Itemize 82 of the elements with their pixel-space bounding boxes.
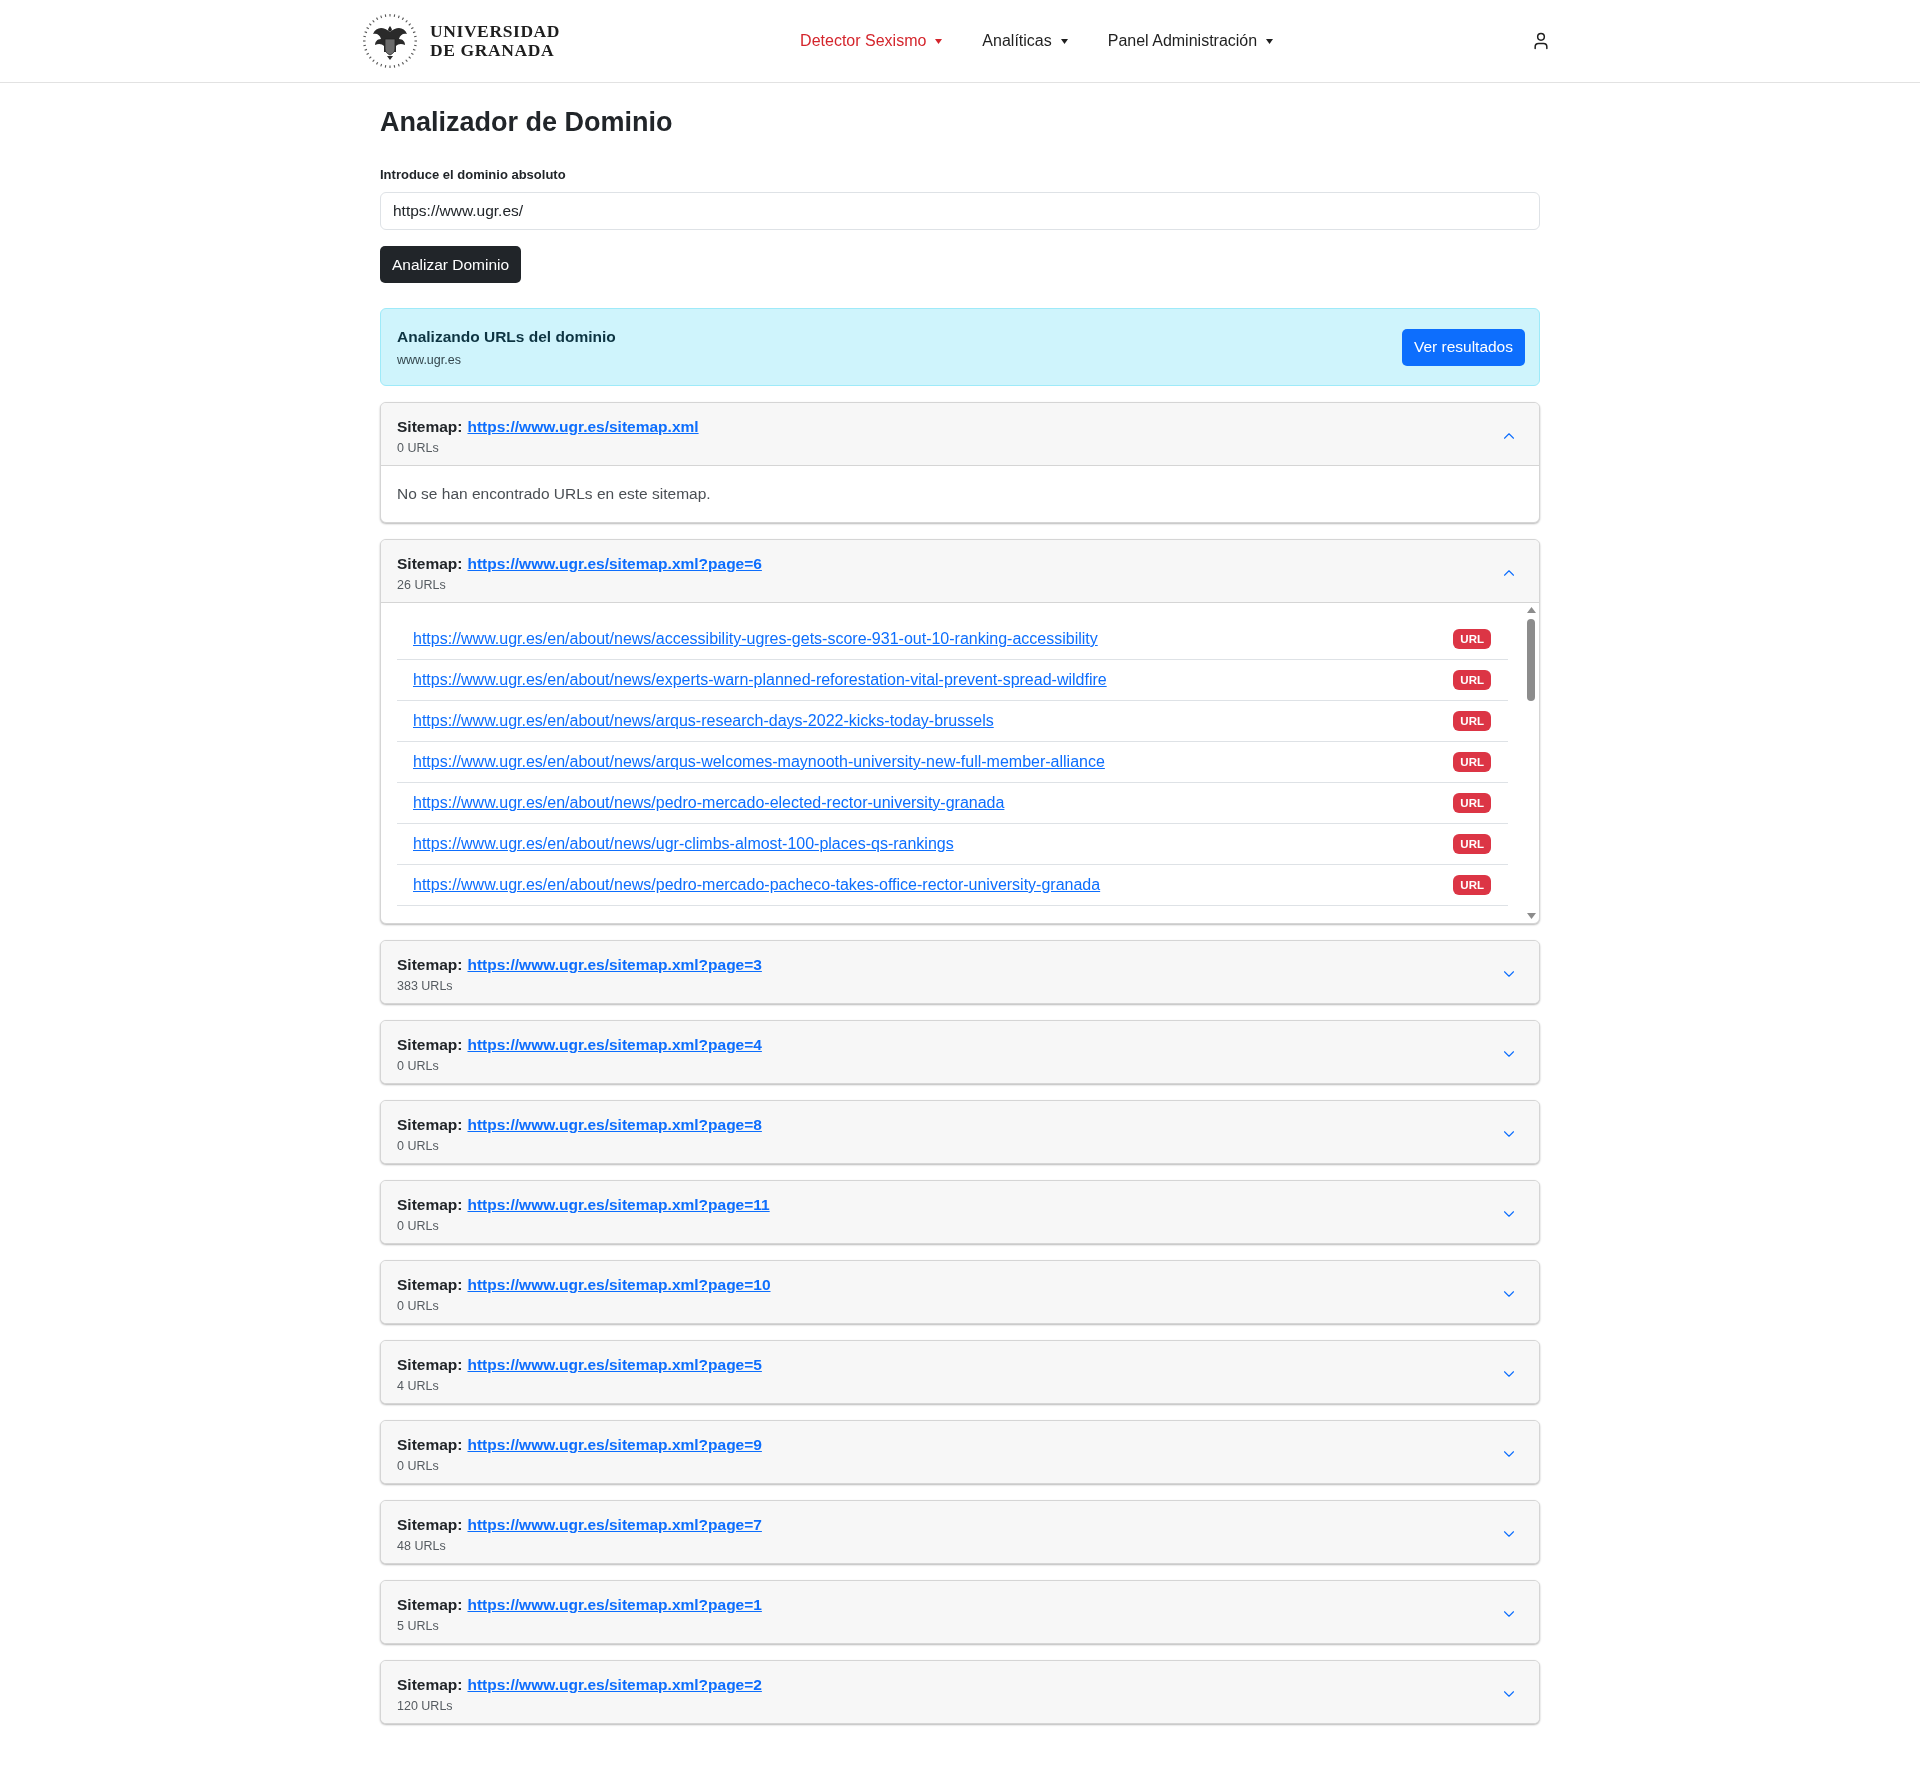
accordion-header[interactable]: Sitemap: https://www.ugr.es/sitemap.xml?page=5 4 URLs — [381, 1341, 1539, 1403]
url-link[interactable]: https://www.ugr.es/en/about/news/arqus-research-days-2022-kicks-today-brussels — [413, 709, 994, 733]
scroll-up-icon[interactable] — [1526, 607, 1536, 613]
sitemap-link[interactable]: https://www.ugr.es/sitemap.xml?page=11 — [467, 1193, 770, 1217]
user-icon[interactable] — [1531, 31, 1551, 51]
sitemap-link[interactable]: https://www.ugr.es/sitemap.xml?page=5 — [467, 1353, 762, 1377]
sitemap-link[interactable]: https://www.ugr.es/sitemap.xml?page=6 — [467, 552, 762, 576]
url-count: 0 URLs — [397, 1458, 440, 1475]
sitemap-label: Sitemap: — [397, 955, 463, 975]
url-badge: URL — [1453, 752, 1491, 772]
url-count: 0 URLs — [397, 1138, 440, 1155]
accordion-header[interactable]: Sitemap: https://www.ugr.es/sitemap.xml?page=4 0 URLs — [381, 1021, 1539, 1083]
url-count: 26 URLs — [397, 577, 447, 594]
url-link[interactable]: https://www.ugr.es/en/about/news/arqus-welcomes-maynooth-university-new-full-member-alliance — [413, 750, 1105, 774]
sitemap-label: Sitemap: — [397, 1435, 463, 1455]
caret-icon — [1060, 38, 1068, 44]
sitemap-label: Sitemap: — [397, 1115, 463, 1135]
url-count: 0 URLs — [397, 440, 440, 457]
sitemap-link[interactable]: https://www.ugr.es/sitemap.xml?page=10 — [467, 1273, 771, 1297]
caret-icon — [935, 38, 943, 44]
url-count: 0 URLs — [397, 1058, 440, 1075]
accordion-header[interactable]: Sitemap: https://www.ugr.es/sitemap.xml?page=10 0 URLs — [381, 1261, 1539, 1323]
sitemap-link[interactable]: https://www.ugr.es/sitemap.xml?page=4 — [467, 1033, 762, 1057]
sitemap-label: Sitemap: — [397, 417, 463, 437]
emblem-icon — [361, 12, 419, 70]
scroll-down-icon[interactable] — [1526, 913, 1536, 919]
sitemap-label: Sitemap: — [397, 1515, 463, 1535]
accordion-header[interactable]: Sitemap: https://www.ugr.es/sitemap.xml?page=3 383 URLs — [381, 941, 1539, 1003]
url-badge: URL — [1453, 711, 1491, 731]
sitemap-link[interactable]: https://www.ugr.es/sitemap.xml?page=2 — [467, 1673, 762, 1697]
empty-message: No se han encontrado URLs en este sitemap. — [396, 484, 712, 504]
nav-menu-item[interactable]: Detector Sexismo — [800, 32, 943, 50]
caret-icon — [1266, 38, 1274, 44]
accordion-header[interactable]: Sitemap: https://www.ugr.es/sitemap.xml?page=7 48 URLs — [381, 1501, 1539, 1563]
accordion-header[interactable]: Sitemap: https://www.ugr.es/sitemap.xml?page=8 0 URLs — [381, 1101, 1539, 1163]
sitemap-link[interactable]: https://www.ugr.es/sitemap.xml?page=9 — [467, 1433, 762, 1457]
url-count: 0 URLs — [397, 1218, 440, 1235]
sitemap-link[interactable]: https://www.ugr.es/sitemap.xml?page=3 — [467, 953, 762, 977]
alert-title: Analizando URLs del dominio — [397, 327, 616, 347]
accordion-header[interactable]: Sitemap: https://www.ugr.es/sitemap.xml?page=2 120 URLs — [381, 1661, 1539, 1723]
alert-domain: www.ugr.es — [397, 352, 462, 369]
url-link[interactable]: https://www.ugr.es/en/about/news/pedro-mercado-pacheco-takes-office-rector-university-granada — [413, 873, 1101, 897]
url-count: 120 URLs — [397, 1698, 454, 1715]
url-link[interactable]: https://www.ugr.es/en/about/news/experts-warn-planned-reforestation-vital-prevent-spread-wildfire — [413, 668, 1107, 692]
url-badge: URL — [1453, 670, 1491, 690]
sitemap-link[interactable]: https://www.ugr.es/sitemap.xml?page=7 — [467, 1513, 762, 1537]
sitemap-link[interactable]: https://www.ugr.es/sitemap.xml — [467, 415, 699, 439]
field-label: Introduce el dominio absoluto — [380, 166, 567, 184]
url-count: 383 URLs — [397, 978, 454, 995]
url-badge: URL — [1453, 834, 1491, 854]
url-badge: URL — [1453, 793, 1491, 813]
url-count: 4 URLs — [397, 1378, 440, 1395]
sitemap-label: Sitemap: — [397, 1675, 463, 1695]
sitemap-link[interactable]: https://www.ugr.es/sitemap.xml?page=1 — [467, 1593, 762, 1617]
view-results-button[interactable]: Ver resultados — [1401, 328, 1525, 366]
url-link[interactable]: https://www.ugr.es/en/about/news/pedro-mercado-elected-rector-university-granada — [413, 791, 1005, 815]
sitemap-label: Sitemap: — [397, 1035, 463, 1055]
sitemap-label: Sitemap: — [397, 1195, 463, 1215]
accordion-header[interactable]: Sitemap: https://www.ugr.es/sitemap.xml 0 URLs — [381, 403, 1539, 466]
sitemap-label: Sitemap: — [397, 1595, 463, 1615]
url-link[interactable]: https://www.ugr.es/en/about/news/ugr-climbs-almost-100-places-qs-rankings — [413, 832, 954, 856]
sitemap-link[interactable]: https://www.ugr.es/sitemap.xml?page=8 — [467, 1113, 762, 1137]
sitemap-label: Sitemap: — [397, 1275, 463, 1295]
nav-menu-item[interactable]: Analíticas — [982, 32, 1068, 50]
url-link[interactable]: https://www.ugr.es/en/about/news/accessibility-ugres-gets-score-931-out-10-ranking-accessibility — [413, 627, 1098, 651]
accordion-header[interactable]: Sitemap: https://www.ugr.es/sitemap.xml?page=11 0 URLs — [381, 1181, 1539, 1243]
university-name: UNIVERSIDAD DE GRANADA — [430, 22, 561, 60]
domain-input-field[interactable]: https://www.ugr.es/ — [380, 192, 1540, 230]
accordion-header[interactable]: Sitemap: https://www.ugr.es/sitemap.xml?page=6 26 URLs — [381, 540, 1539, 603]
sitemap-label: Sitemap: — [397, 554, 463, 574]
url-badge: URL — [1453, 875, 1491, 895]
analyze-button[interactable]: Analizar Dominio — [380, 246, 522, 283]
page-title: Analizador de Dominio — [380, 106, 674, 139]
url-count: 0 URLs — [397, 1298, 440, 1315]
scrollbar-thumb[interactable] — [1527, 619, 1535, 701]
accordion-header[interactable]: Sitemap: https://www.ugr.es/sitemap.xml?page=1 5 URLs — [381, 1581, 1539, 1643]
sitemap-label: Sitemap: — [397, 1355, 463, 1375]
url-count: 5 URLs — [397, 1618, 440, 1635]
accordion-header[interactable]: Sitemap: https://www.ugr.es/sitemap.xml?page=9 0 URLs — [381, 1421, 1539, 1483]
nav-menu-item[interactable]: Panel Administración — [1107, 32, 1274, 50]
url-count: 48 URLs — [397, 1538, 447, 1555]
url-badge: URL — [1453, 629, 1491, 649]
